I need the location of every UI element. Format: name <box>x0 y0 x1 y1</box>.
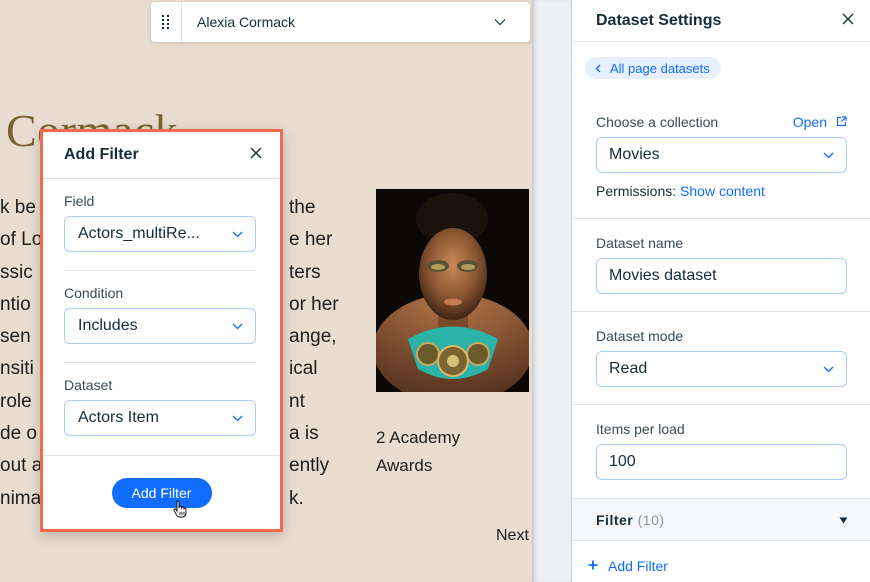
filter-title: Filter (10) <box>596 512 665 528</box>
dataset-mode-label-row: Dataset mode <box>596 328 847 344</box>
dataset-select[interactable]: Actors Item <box>64 400 256 436</box>
awards-text: 2 Academy Awards <box>376 428 461 475</box>
dataset-mode-value: Read <box>609 360 648 377</box>
field-label: Field <box>64 193 95 209</box>
dataset-name-section: Dataset name Movies dataset <box>572 219 870 312</box>
open-link-label: Open <box>792 114 827 130</box>
panel-header: Dataset Settings <box>572 0 870 42</box>
chevron-down-icon[interactable] <box>470 18 530 26</box>
chevron-down-icon <box>232 225 243 243</box>
field-select[interactable]: Actors_multiRe... <box>64 216 256 252</box>
condition-section: Condition Includes <box>43 271 280 344</box>
item-selector-value: Alexia Cormack <box>197 14 296 30</box>
close-icon[interactable] <box>250 146 262 164</box>
bio-line-right: ently <box>289 455 330 477</box>
panel-title: Dataset Settings <box>596 11 722 29</box>
bio-line-right: e her <box>289 229 333 251</box>
items-per-load-label-row: Items per load <box>596 421 847 437</box>
items-per-load-value: 100 <box>609 453 636 470</box>
chevron-down-icon <box>232 409 243 427</box>
portrait-illustration <box>376 189 529 392</box>
condition-select[interactable]: Includes <box>64 308 256 344</box>
collection-select-value: Movies <box>609 146 660 163</box>
permissions-row: Permissions: Show content <box>596 183 847 199</box>
dataset-name-value: Movies dataset <box>609 267 717 284</box>
bio-line-left: nsiti <box>0 358 34 380</box>
breadcrumb: All page datasets <box>572 42 870 98</box>
dataset-name-label: Dataset name <box>596 235 684 251</box>
page-canvas: Cormack k bethe of Loe her ssicters ntio… <box>0 0 532 582</box>
filter-count: (10) <box>637 511 665 528</box>
items-per-load-section: Items per load 100 <box>572 405 870 498</box>
dataset-settings-panel: Dataset Settings All page datasets Choos… <box>572 0 870 582</box>
bio-line-left: de o <box>0 423 37 445</box>
bio-line-right: ical <box>289 358 318 380</box>
dataset-mode-section: Dataset mode Read <box>572 312 870 405</box>
items-per-load-label: Items per load <box>596 421 685 437</box>
bio-line-right: or her <box>289 293 339 315</box>
open-collection-link[interactable]: Open <box>793 114 847 130</box>
dataset-mode-label: Dataset mode <box>596 328 684 344</box>
external-link-icon <box>836 114 847 130</box>
bio-line-right: a is <box>289 423 319 445</box>
condition-select-value: Includes <box>78 317 138 334</box>
field-select-value: Actors_multiRe... <box>78 225 200 242</box>
all-page-datasets-button[interactable]: All page datasets <box>585 57 721 79</box>
popup-title: Add Filter <box>64 146 139 163</box>
show-content-link[interactable]: Show content <box>680 183 765 199</box>
popup-footer: Add Filter <box>43 455 280 529</box>
dataset-label: Dataset <box>64 377 113 393</box>
bio-line-left: sen <box>0 326 31 348</box>
chevron-down-icon <box>823 146 834 164</box>
permissions-label: Permissions: <box>596 183 677 199</box>
plus-icon <box>588 557 598 575</box>
add-filter-popup: Add Filter Field Actors_multiRe... Condi… <box>40 129 283 532</box>
drag-handle-icon[interactable] <box>151 2 182 42</box>
items-per-load-input[interactable]: 100 <box>596 444 847 480</box>
breadcrumb-label: All page datasets <box>610 60 710 76</box>
bio-line-left: k be <box>0 197 36 218</box>
bio-line-left: of Lo <box>0 229 43 251</box>
dataset-name-label-row: Dataset name <box>596 235 847 251</box>
panel-gutter <box>532 0 572 582</box>
bio-line-right: ters <box>289 261 321 283</box>
caret-down-icon <box>839 511 848 529</box>
bio-line-left: role <box>0 390 32 412</box>
collection-label: Choose a collection <box>596 114 719 130</box>
bio-line-left: out a <box>0 455 43 477</box>
collection-label-row: Choose a collection Open <box>596 114 847 130</box>
add-filter-submit-button[interactable]: Add Filter <box>111 477 212 508</box>
bio-line-left: ntio <box>0 293 31 315</box>
next-link[interactable]: Next <box>496 527 529 545</box>
bio-line-left: ssic <box>0 261 33 283</box>
collection-select[interactable]: Movies <box>596 137 847 173</box>
field-section: Field Actors_multiRe... <box>43 179 280 252</box>
filter-section-toggle[interactable]: Filter (10) <box>572 498 870 541</box>
bio-line-left: nima <box>0 487 42 509</box>
dataset-mode-select[interactable]: Read <box>596 351 847 387</box>
dataset-name-input[interactable]: Movies dataset <box>596 258 847 294</box>
bio-line-right: ange, <box>289 326 337 348</box>
bio-line-right: the <box>289 197 316 218</box>
actor-portrait-image <box>376 189 529 392</box>
filter-label: Filter <box>596 511 634 528</box>
add-filter-link[interactable]: Add Filter <box>572 541 870 575</box>
dataset-select-value: Actors Item <box>78 409 159 426</box>
bio-line-right: nt <box>289 390 305 412</box>
bio-line-right: k. <box>289 487 304 509</box>
add-filter-link-label: Add Filter <box>608 558 668 574</box>
dataset-section: Dataset Actors Item <box>43 363 280 436</box>
hand-pointer-cursor-icon <box>173 500 187 523</box>
collection-section: Choose a collection Open Movies Permissi… <box>572 98 870 219</box>
chevron-down-icon <box>823 360 834 378</box>
close-icon[interactable] <box>842 12 854 30</box>
chevron-down-icon <box>232 317 243 335</box>
popup-header: Add Filter <box>43 132 280 179</box>
condition-label: Condition <box>64 285 124 301</box>
chevron-left-icon <box>595 61 601 76</box>
item-selector[interactable]: Alexia Cormack <box>151 2 530 42</box>
